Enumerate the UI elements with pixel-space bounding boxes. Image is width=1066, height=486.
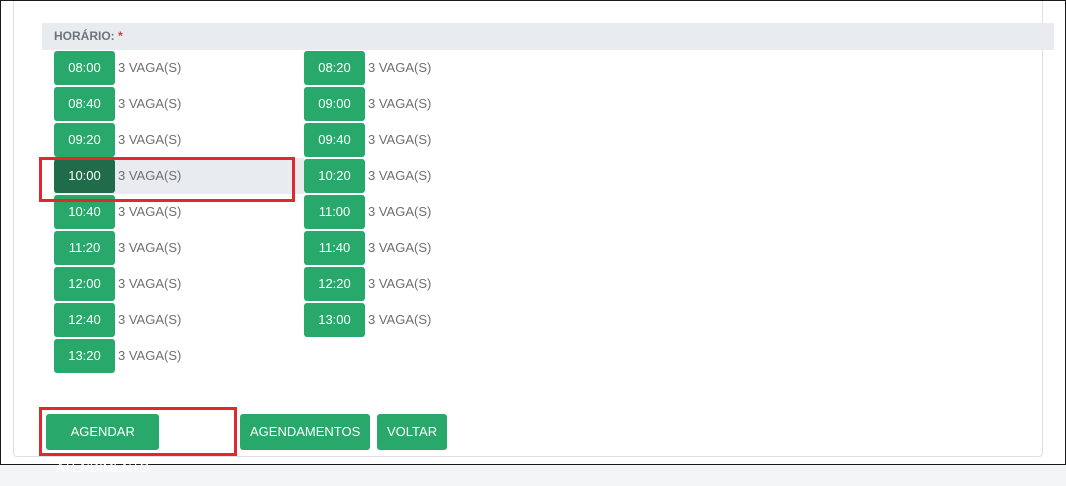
time-slot: 11:00 3 VAGA(S) [304,194,554,230]
slot-availability: 3 VAGA(S) [118,168,182,183]
slot-availability: 3 VAGA(S) [368,204,432,219]
time-field-label: HORÁRIO: * [42,23,1054,50]
slot-availability: 3 VAGA(S) [118,96,182,111]
time-slot-button[interactable]: 09:40 [304,123,365,157]
time-slot-button[interactable]: 09:20 [54,123,115,157]
time-slot: 08:00 3 VAGA(S) [54,50,304,86]
time-slot-button[interactable]: 12:40 [54,303,115,337]
time-slot-button[interactable]: 13:20 [54,339,115,373]
screenshot-frame: HORÁRIO: * 08:00 3 VAGA(S) 08:40 3 VAGA(… [0,0,1066,475]
slot-availability: 3 VAGA(S) [368,96,432,111]
slot-availability: 3 VAGA(S) [368,132,432,147]
slot-availability: 3 VAGA(S) [368,168,432,183]
time-slot: 10:40 3 VAGA(S) [54,194,304,230]
time-slot: 10:20 3 VAGA(S) [304,158,554,194]
field-label-text: HORÁRIO: [54,29,115,43]
time-slot: 11:20 3 VAGA(S) [54,230,304,266]
time-slot: 12:00 3 VAGA(S) [54,266,304,302]
slot-availability: 3 VAGA(S) [118,312,182,327]
back-button[interactable]: VOLTAR [377,414,448,450]
appointments-button[interactable]: AGENDAMENTOS [240,414,371,450]
time-slot-button[interactable]: 11:20 [54,231,115,265]
slot-availability: 3 VAGA(S) [368,240,432,255]
slot-availability: 3 VAGA(S) [118,60,182,75]
time-slot: 08:40 3 VAGA(S) [54,86,304,122]
time-slot: 08:20 3 VAGA(S) [304,50,554,86]
schedule-appointment-button[interactable]: AGENDAR ATENDIMENTO [46,414,160,475]
time-slot-button[interactable]: 10:20 [304,159,365,193]
required-asterisk: * [118,29,123,43]
time-slot-button[interactable]: 08:40 [54,87,115,121]
time-slot-button[interactable]: 11:00 [304,195,365,229]
time-slot-button-selected[interactable]: 10:00 [54,159,115,193]
slot-availability: 3 VAGA(S) [118,348,182,363]
time-slot-button[interactable]: 08:00 [54,51,115,85]
time-slot-button[interactable]: 13:00 [304,303,365,337]
time-slot: 09:40 3 VAGA(S) [304,122,554,158]
time-slot-button[interactable]: 12:20 [304,267,365,301]
time-slot: 12:20 3 VAGA(S) [304,266,554,302]
time-slot: 11:40 3 VAGA(S) [304,230,554,266]
slot-availability: 3 VAGA(S) [118,204,182,219]
time-slot: 09:20 3 VAGA(S) [54,122,304,158]
time-slot-button[interactable]: 11:40 [304,231,365,265]
slot-availability: 3 VAGA(S) [118,240,182,255]
time-slot: 13:20 3 VAGA(S) [54,338,304,374]
time-slot-button[interactable]: 12:00 [54,267,115,301]
time-slot: 09:00 3 VAGA(S) [304,86,554,122]
slot-availability: 3 VAGA(S) [368,60,432,75]
slot-availability: 3 VAGA(S) [118,132,182,147]
time-slot-button[interactable]: 10:40 [54,195,115,229]
time-slot-button[interactable]: 08:20 [304,51,365,85]
time-slot-button[interactable]: 09:00 [304,87,365,121]
form-panel: HORÁRIO: * 08:00 3 VAGA(S) 08:40 3 VAGA(… [13,1,1054,457]
slot-availability: 3 VAGA(S) [368,276,432,291]
slot-availability: 3 VAGA(S) [368,312,432,327]
time-slot-selected: 10:00 3 VAGA(S) [54,158,304,194]
time-slot-group: HORÁRIO: * 08:00 3 VAGA(S) 08:40 3 VAGA(… [42,23,1054,389]
slot-availability: 3 VAGA(S) [118,276,182,291]
time-slot: 12:40 3 VAGA(S) [54,302,304,338]
time-slot: 13:00 3 VAGA(S) [304,302,554,338]
